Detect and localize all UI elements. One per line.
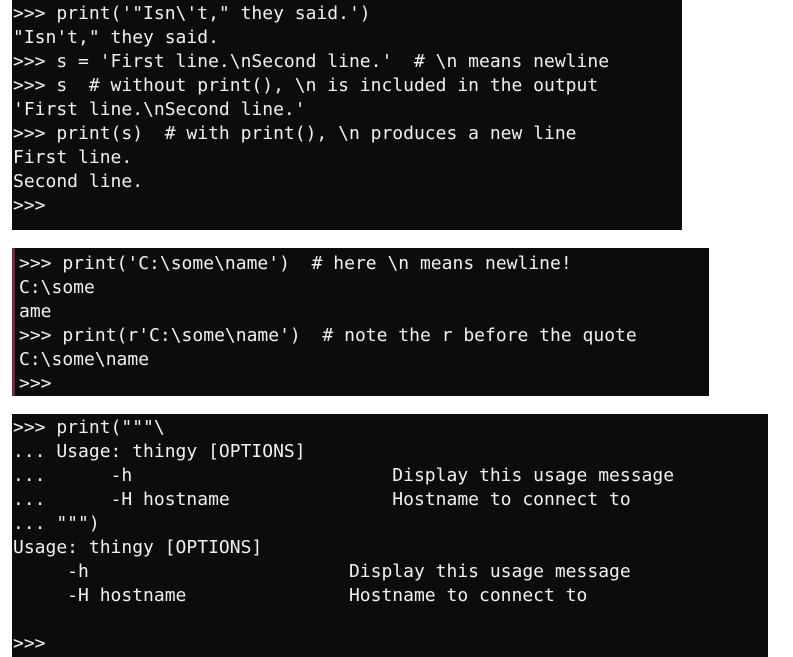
terminal-line: ... -h Display this usage message [13,465,675,486]
terminal-line: >>> print("""\ [13,417,165,438]
terminal-prompt[interactable]: >>> [13,632,768,656]
terminal-line: ... -H hostname Hostname to connect to [13,489,631,510]
terminal-prompt[interactable]: >>> [19,372,709,396]
terminal-line: >>> print('"Isn\'t," they said.') [13,3,371,24]
terminal-line: Second line. [13,171,144,192]
terminal-line: -H hostname Hostname to connect to [13,585,588,606]
terminal-line: 'First line.\nSecond line.' [13,99,306,120]
terminal-line: >>> print('C:\some\name') # here \n mean… [19,253,572,274]
terminal-output-1: >>> print('"Isn\'t," they said.') "Isn't… [12,0,682,230]
terminal-line: -h Display this usage message [13,561,631,582]
terminal-prompt[interactable]: >>> [13,194,682,218]
terminal-line: "Isn't," they said. [13,27,219,48]
terminal-line: ame [19,301,52,322]
terminal-line: Usage: thingy [OPTIONS] [13,537,263,558]
terminal-line: ... Usage: thingy [OPTIONS] [13,441,306,462]
terminal-line: C:\some\name [19,349,150,370]
terminal-line: >>> print(s) # with print(), \n produces… [13,123,577,144]
terminal-line: >>> s = 'First line.\nSecond line.' # \n… [13,51,610,72]
terminal-line: >>> s # without print(), \n is included … [13,75,599,96]
terminal-line: C:\some [19,277,95,298]
terminal-line: ... """) [13,513,100,534]
terminal-line: First line. [13,147,133,168]
terminal-output-2: >>> print('C:\some\name') # here \n mean… [12,248,709,396]
terminal-line: >>> print(r'C:\some\name') # note the r … [19,325,637,346]
terminal-output-3: >>> print("""\ ... Usage: thingy [OPTION… [12,414,768,657]
